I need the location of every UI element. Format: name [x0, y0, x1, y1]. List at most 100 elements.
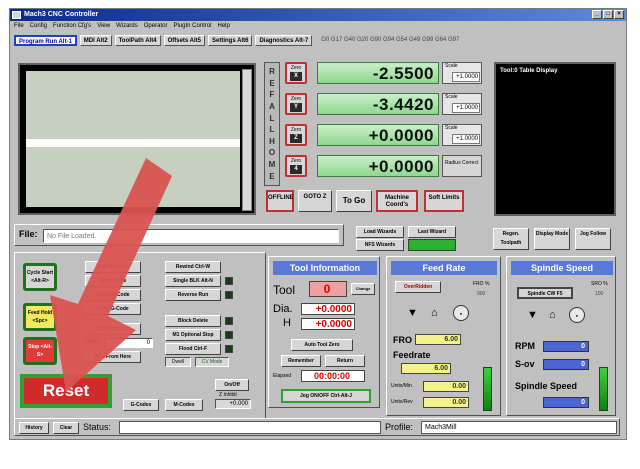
menu-operator[interactable]: Operator — [144, 21, 168, 31]
machine-coords-button[interactable]: Machine Coord's — [376, 190, 418, 212]
rewind-button[interactable]: Rewind Ctrl-W — [165, 261, 221, 273]
toolpath-display[interactable] — [18, 63, 256, 215]
tab-settings[interactable]: Settings Alt6 — [208, 34, 253, 46]
zero-z-button[interactable]: Zero Z — [285, 124, 307, 146]
single-block-button[interactable]: Single BLK Alt-N — [165, 275, 221, 287]
set-next-line-button[interactable]: Set Next Line — [85, 323, 141, 335]
feed-hold-button[interactable]: Feed Hold <Spc> — [23, 303, 57, 331]
dia-field[interactable]: +0.0000 — [301, 303, 355, 315]
line-field[interactable]: 0 — [105, 338, 153, 348]
axis-row-z: Zero Z +0.0000 Scale +1.0000 — [285, 124, 485, 146]
single-block-led — [225, 277, 233, 285]
block-delete-button[interactable]: Block Delete — [165, 315, 221, 327]
goto-z-button[interactable]: GOTO Z — [298, 190, 332, 212]
dro-y[interactable]: -3.4420 — [317, 93, 439, 115]
history-button[interactable]: History — [19, 422, 49, 434]
m-codes-button[interactable]: M-Codes — [165, 399, 203, 411]
g-codes-button[interactable]: G-Codes — [123, 399, 159, 411]
display-mode-button[interactable]: Display Mode — [534, 228, 570, 250]
z-inhibit-field[interactable]: +0.000 — [215, 399, 251, 409]
dro-4[interactable]: +0.0000 — [317, 155, 439, 177]
reverse-run-button[interactable]: Reverse Run — [165, 289, 221, 301]
spindle-reset-home-icon[interactable]: ⌂ — [549, 309, 556, 321]
feed-rate-title: Feed Rate — [391, 261, 497, 275]
dro-x[interactable]: -2.5500 — [317, 62, 439, 84]
last-wizard-button[interactable]: Last Wizard — [408, 226, 456, 238]
menu-file[interactable]: File — [14, 21, 24, 31]
tool-number-field[interactable]: 0 — [309, 281, 347, 297]
zero-x-button[interactable]: Zero X — [285, 62, 307, 84]
feed-down-icon[interactable]: ▼ — [407, 307, 418, 319]
tab-offsets[interactable]: Offsets Alt5 — [163, 34, 206, 46]
reset-button[interactable]: Reset — [20, 374, 112, 408]
toolpath-band — [26, 139, 240, 147]
minimize-button[interactable]: _ — [592, 10, 602, 19]
menu-plugin-control[interactable]: PlugIn Control — [173, 21, 211, 31]
tab-program-run[interactable]: Program Run Alt-1 — [14, 34, 77, 46]
to-go-button[interactable]: To Go — [336, 190, 372, 212]
feed-rate-bar — [483, 367, 492, 411]
remember-button[interactable]: Remember — [281, 355, 321, 367]
auto-tool-zero-button[interactable]: Auto Tool Zero — [291, 339, 353, 351]
feed-reset-icon[interactable]: ● — [453, 305, 469, 321]
menu-config[interactable]: Config — [30, 21, 47, 31]
file-field: No File Loaded. — [43, 229, 339, 243]
ref-all-home-button[interactable]: R E F A L L H O M E — [264, 62, 280, 186]
m1-optional-stop-button[interactable]: M1 Optional Stop — [165, 329, 221, 341]
ref-letter: M — [268, 160, 276, 170]
spindle-speed-field[interactable]: 0 — [543, 397, 589, 408]
tool-change-button[interactable]: Change — [351, 283, 375, 295]
dro-z[interactable]: +0.0000 — [317, 124, 439, 146]
recent-file-button[interactable]: Recent File — [85, 275, 141, 287]
menu-wizards[interactable]: Wizards — [116, 21, 138, 31]
scale-y[interactable]: Scale +1.0000 — [442, 93, 482, 115]
clear-button[interactable]: Clear — [53, 422, 79, 434]
zero-4-button[interactable]: Zero 4 — [285, 155, 307, 177]
run-from-here-button[interactable]: Run From Here — [85, 351, 141, 363]
zero-y-button[interactable]: Zero Y — [285, 93, 307, 115]
load-gcode-button[interactable]: Load G-Code — [85, 303, 141, 315]
status-field — [119, 421, 381, 434]
menu-view[interactable]: View — [97, 21, 110, 31]
dwell-indicator: Dwell — [165, 357, 191, 367]
spindle-cw-button[interactable]: Spindle CW F5 — [517, 287, 573, 299]
close-gcode-button[interactable]: Close G-Code — [85, 289, 141, 301]
return-button[interactable]: Return — [325, 355, 365, 367]
close-button[interactable]: × — [614, 10, 624, 19]
nfs-wizards-button[interactable]: NFS Wizards — [356, 239, 404, 251]
tab-diagnostics[interactable]: Diagnostics Alt-7 — [255, 34, 313, 46]
fro-field[interactable]: 6.00 — [415, 334, 461, 345]
stop-button[interactable]: Stop <Alt-S> — [23, 337, 57, 365]
load-wizards-button[interactable]: Load Wizards — [356, 226, 404, 238]
feedrate-field[interactable]: 6.00 — [401, 363, 451, 374]
offline-button[interactable]: OFFLINE — [266, 190, 294, 212]
file-bar: File: No File Loaded. — [14, 224, 344, 246]
m1-stop-led — [225, 331, 233, 339]
scale-z[interactable]: Scale +1.0000 — [442, 124, 482, 146]
overridden-indicator: OverRidden — [395, 281, 441, 293]
h-field[interactable]: +0.0000 — [301, 318, 355, 330]
regen-toolpath-button[interactable]: Regen. Toolpath — [493, 228, 529, 250]
menu-help[interactable]: Help — [217, 21, 229, 31]
flood-button[interactable]: Flood Ctrl-F — [165, 343, 221, 355]
cycle-start-button[interactable]: Cycle Start <Alt-R> — [23, 263, 57, 291]
spindle-down-icon[interactable]: ▼ — [527, 309, 538, 321]
spindle-reset-icon[interactable]: ● — [569, 307, 585, 323]
wizard-indicator — [408, 239, 456, 251]
feed-reset-home-icon[interactable]: ⌂ — [431, 307, 438, 319]
jog-follow-button[interactable]: Jog Follow — [575, 228, 611, 250]
jog-onoff-button[interactable]: Jog ON/OFF Ctrl-Alt-J — [281, 389, 371, 403]
edit-gcode-button[interactable]: Edit G-Code — [85, 261, 141, 273]
scale-x[interactable]: Scale +1.0000 — [442, 62, 482, 84]
ref-letter: F — [269, 90, 275, 100]
toolpath-scrollbar[interactable] — [242, 69, 252, 211]
maximize-button[interactable]: □ — [603, 10, 613, 19]
radius-correct-button[interactable]: Radius Correct — [442, 155, 482, 177]
ref-letter: L — [269, 113, 275, 123]
soft-limits-button[interactable]: Soft Limits — [424, 190, 464, 212]
z-inhibit-onoff-button[interactable]: On/Off — [215, 379, 249, 391]
tab-mdi[interactable]: MDI Alt2 — [79, 34, 112, 46]
tab-toolpath[interactable]: ToolPath Alt4 — [114, 34, 161, 46]
menu-function-cfg[interactable]: Function Cfg's — [53, 21, 91, 31]
status-label: Status: — [83, 422, 112, 432]
